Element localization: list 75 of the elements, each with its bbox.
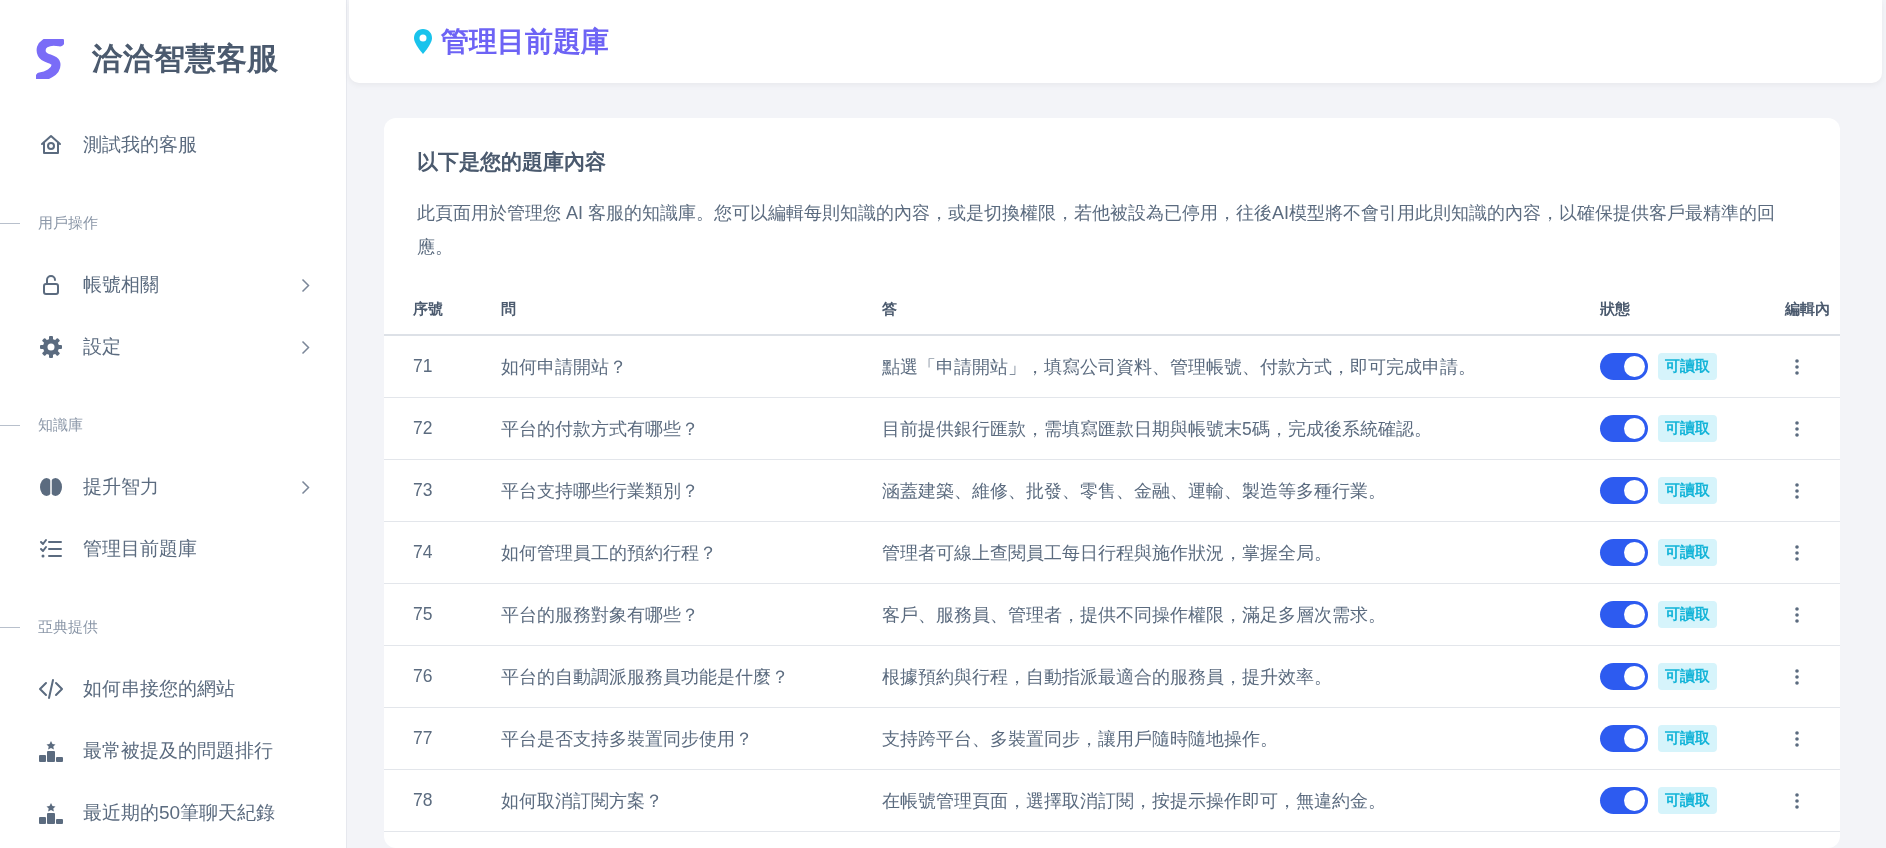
toggle-switch[interactable] (1600, 477, 1648, 504)
vertical-dots-icon (1795, 544, 1799, 561)
page-title: 管理目前題庫 (441, 24, 609, 59)
question-cell-text: 如何取消訂閱方案？ (501, 789, 664, 813)
question-cell-text: 平台支持哪些行業類別？ (501, 479, 700, 503)
toggle-switch[interactable] (1600, 415, 1648, 442)
status-badge: 可讀取 (1658, 601, 1717, 628)
card-title: 以下是您的題庫內容 (417, 149, 607, 175)
toggle-switch[interactable] (1600, 539, 1648, 566)
status-badge: 可讀取 (1658, 663, 1717, 690)
chevron-right-icon (301, 479, 310, 495)
column-header: 編輯內 (1785, 299, 1831, 319)
vertical-dots-icon (1795, 792, 1799, 809)
status-badge: 可讀取 (1658, 415, 1717, 442)
question-cell-text: 如何管理員工的預約行程？ (501, 541, 718, 565)
answer-cell-text: 點選「申請開站」，填寫公司資料、管理帳號、付款方式，即可完成申請。 (882, 355, 1477, 379)
toggle-switch[interactable] (1600, 663, 1648, 690)
nav-item[interactable]: 提升智力 (0, 456, 346, 518)
toggle-switch[interactable] (1600, 725, 1648, 752)
toggle-switch[interactable] (1600, 601, 1648, 628)
status-badge: 可讀取 (1658, 539, 1717, 566)
number-cell-text: 74 (413, 542, 434, 563)
section-label: 用戶操作 (38, 213, 98, 233)
description-text: 此頁面用於管理您 AI 客服的知識庫。您可以編輯每則知識的內容，或是切換權限，若他被設為已停用，往後AI模型將不會引用此則知識的內容，以確保提供客戶最精準的回應。 (417, 202, 1776, 259)
question-cell-text: 平台的自動調派服務員功能是什麼？ (501, 665, 790, 689)
question-cell-text: 如何申請開站？ (501, 355, 628, 379)
question-cell-text: 平台的服務對象有哪些？ (501, 603, 700, 627)
section-label: 亞典提供 (38, 617, 98, 637)
nav-item[interactable]: 設定 (0, 316, 346, 378)
status-badge: 可讀取 (1658, 725, 1717, 752)
chevron-right-icon (301, 277, 310, 293)
settings-icon (38, 334, 64, 360)
answer-cell-text: 管理者可線上查閱員工每日行程與施作狀況，掌握全局。 (882, 541, 1333, 565)
vertical-dots-icon (1795, 420, 1799, 437)
chevron-right-icon (301, 339, 310, 355)
section-label: 知識庫 (38, 415, 83, 435)
column-header: 答 (882, 299, 898, 319)
vertical-dots-icon (1795, 482, 1799, 499)
nav-item[interactable]: 如何串接您的網站 (0, 658, 346, 720)
logo-icon (36, 39, 64, 79)
nav-item[interactable]: 最常被提及的問題排行 (0, 720, 346, 782)
column-header: 狀態 (1600, 299, 1631, 319)
number-cell-text: 71 (413, 356, 434, 377)
toggle-switch[interactable] (1600, 787, 1648, 814)
column-header: 序號 (413, 299, 444, 319)
status-badge: 可讀取 (1658, 477, 1717, 504)
brand-name: 洽洽智慧客服 (92, 40, 278, 78)
number-cell-text: 73 (413, 480, 434, 501)
answer-cell-text: 涵蓋建築、維修、批發、零售、金融、運輸、製造等多種行業。 (882, 479, 1387, 503)
number-cell-text: 78 (413, 790, 434, 811)
answer-cell-text: 在帳號管理頁面，選擇取消訂閱，按提示操作即可，無違約金。 (882, 789, 1387, 813)
number-cell-text: 75 (413, 604, 434, 625)
nav-item[interactable]: 帳號相關 (0, 254, 346, 316)
answer-cell-text: 支持跨平台、多裝置同步，讓用戶隨時隨地操作。 (882, 727, 1279, 751)
location-pin-icon (413, 28, 433, 55)
status-badge: 可讀取 (1658, 787, 1717, 814)
answer-cell-text: 客戶、服務員、管理者，提供不同操作權限，滿足多層次需求。 (882, 603, 1387, 627)
vertical-dots-icon (1795, 668, 1799, 685)
number-cell-text: 77 (413, 728, 434, 749)
nav-item[interactable]: 最近期的50筆聊天紀錄 (0, 782, 346, 844)
status-badge: 可讀取 (1658, 353, 1717, 380)
code-icon (38, 676, 64, 702)
nav-item[interactable]: 測試我的客服 (0, 114, 346, 176)
column-header: 問 (501, 299, 517, 319)
question-cell-text: 平台的付款方式有哪些？ (501, 417, 700, 441)
nav-item[interactable]: 管理目前題庫 (0, 518, 346, 580)
answer-cell-text: 目前提供銀行匯款，需填寫匯款日期與帳號末5碼，完成後系統確認。 (882, 417, 1433, 441)
toggle-switch[interactable] (1600, 353, 1648, 380)
vertical-dots-icon (1795, 358, 1799, 375)
number-cell-text: 76 (413, 666, 434, 687)
question-cell-text: 平台是否支持多裝置同步使用？ (501, 727, 754, 751)
vertical-dots-icon (1795, 606, 1799, 623)
number-cell-text: 72 (413, 418, 434, 439)
answer-cell-text: 根據預約與行程，自動指派最適合的服務員，提升效率。 (882, 665, 1333, 689)
vertical-dots-icon (1795, 730, 1799, 747)
